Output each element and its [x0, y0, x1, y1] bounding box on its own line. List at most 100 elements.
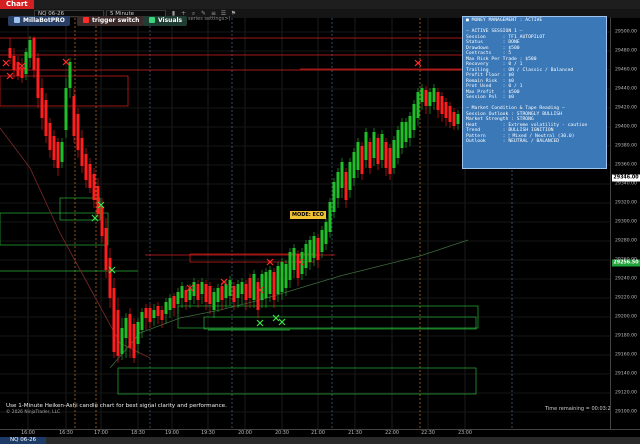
candle-body — [68, 62, 72, 88]
chart-note: Use 1-Minute Heiken-Ashi candle chart fo… — [6, 403, 227, 409]
zone-box — [0, 75, 129, 107]
candle-body — [64, 88, 68, 130]
candle-body — [212, 292, 216, 310]
price-label: 29340.00 — [615, 181, 637, 187]
candle-body — [244, 284, 248, 300]
candle-body — [176, 292, 180, 304]
candle-body — [380, 134, 384, 160]
millabot-brand-button[interactable]: MillaBotPRO — [8, 16, 70, 26]
price-label: 29180.00 — [615, 333, 637, 339]
candle-body — [216, 288, 220, 302]
candle-body — [260, 274, 264, 300]
price-label: 29140.00 — [615, 371, 637, 377]
candle-body — [448, 106, 452, 122]
candle-body — [80, 138, 84, 166]
candle-body — [412, 104, 416, 130]
price-axis[interactable]: 29500.00 29480.00 29460.00 29440.00 29420.00… — [610, 18, 640, 429]
candle-body — [28, 40, 32, 58]
candle-body — [308, 240, 312, 262]
visuals-icon — [149, 17, 155, 23]
zone-box — [0, 212, 109, 246]
candle-body — [192, 282, 196, 296]
candle-body — [232, 286, 236, 302]
panel-line: Outlook : NEUTRAL / BALANCED — [466, 139, 560, 144]
price-label: 29240.00 — [615, 276, 637, 282]
candle-body — [324, 222, 328, 244]
price-label: 29400.00 — [615, 124, 637, 130]
candle-body — [132, 324, 136, 358]
price-label: 29220.00 — [615, 295, 637, 301]
candle-body — [116, 310, 120, 356]
brand-icon — [14, 17, 20, 23]
candle-body — [168, 298, 172, 310]
instrument-tab[interactable]: NQ 06-26 — [0, 437, 47, 444]
candle-body — [20, 68, 24, 78]
price-label: 29440.00 — [615, 86, 637, 92]
candle-body — [356, 142, 360, 170]
time-label: 19:30 — [201, 431, 215, 436]
candle-body — [304, 244, 308, 268]
instrument-tabs: NQ 06-26 — [0, 437, 640, 444]
candle-body — [408, 116, 412, 138]
candle-body — [248, 278, 252, 298]
chart-window-tab[interactable]: Chart — [0, 0, 34, 9]
candle-body — [428, 92, 432, 106]
candle-body — [100, 206, 104, 236]
trigger-switch-button[interactable]: trigger switch — [77, 16, 145, 26]
candle-body — [48, 123, 52, 150]
candle-body — [152, 310, 156, 318]
time-label: 21:30 — [348, 431, 362, 436]
candle-body — [256, 282, 260, 310]
price-label: 29160.00 — [615, 352, 637, 358]
price-label: 29480.00 — [615, 48, 637, 54]
candle-body — [392, 140, 396, 168]
price-label: 29300.00 — [615, 219, 637, 225]
candle-body — [204, 284, 208, 302]
time-label: 20:00 — [238, 431, 252, 436]
visuals-button[interactable]: Visuals — [143, 16, 188, 26]
time-label: 17:00 — [94, 431, 108, 436]
time-label: 21:00 — [311, 431, 325, 436]
candle-body — [384, 142, 388, 168]
candle-body — [148, 308, 152, 322]
candle-body — [340, 162, 344, 188]
candle-body — [76, 114, 80, 150]
candle-body — [396, 130, 400, 158]
time-label: 22:00 — [385, 431, 399, 436]
candle-body — [272, 272, 276, 300]
time-remaining: Time remaining = 00:03:24 — [545, 406, 614, 412]
price-marker: 29256.50 — [612, 259, 640, 267]
candle-body — [436, 92, 440, 110]
money-management-panel: ■ MONEY MANAGEMENT : ACTIVE — ACTIVE SESS… — [462, 16, 607, 169]
candle-body — [264, 272, 268, 298]
candle-body — [240, 282, 244, 294]
mode-label: MODE: ECO — [290, 211, 326, 219]
price-label: 29460.00 — [615, 67, 637, 73]
price-label: 29380.00 — [615, 143, 637, 149]
price-label: 29280.00 — [615, 238, 637, 244]
candle-body — [348, 162, 352, 190]
candle-body — [196, 284, 200, 300]
candle-body — [224, 284, 228, 298]
candle-body — [336, 172, 340, 198]
candle-body — [292, 248, 296, 270]
candle-body — [432, 88, 436, 102]
candle-body — [104, 228, 108, 270]
price-label: 29200.00 — [615, 314, 637, 320]
candle-body — [368, 142, 372, 168]
time-label: 22:30 — [421, 431, 435, 436]
candle-body — [236, 284, 240, 298]
candle-body — [404, 122, 408, 142]
price-label: 29360.00 — [615, 162, 637, 168]
candle-body — [268, 270, 272, 294]
trigger-label: trigger switch — [92, 17, 140, 24]
candle-body — [96, 186, 100, 214]
time-label: 20:30 — [275, 431, 289, 436]
candle-body — [184, 290, 188, 302]
time-label: 16:00 — [21, 431, 35, 436]
alert-icon[interactable]: ⚑ — [230, 10, 237, 17]
candle-body — [228, 280, 232, 296]
candle-body — [276, 266, 280, 294]
candle-body — [40, 88, 44, 118]
candle-body — [112, 288, 116, 352]
